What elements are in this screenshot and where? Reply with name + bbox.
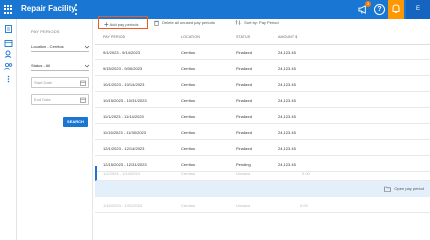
header-pay-period[interactable]: PAY PERIOD [103,35,125,39]
table-row[interactable]: 11/1/2023 - 11/14/2023 Cerritos Finalize… [95,109,430,124]
help-icon[interactable]: ? [374,4,385,15]
document-icon[interactable] [4,25,13,33]
app-grid-icon[interactable] [4,5,13,14]
cell-amount: 24,123.45 [278,50,296,55]
table-row[interactable]: 12/1/2023 - 12/14/2023 Cerritos Finalize… [95,141,430,156]
cell-amount: 0.00 [302,171,310,176]
sort-button[interactable]: Sort by: Pay Period [235,16,279,29]
table-header: PAY PERIOD LOCATION STATUS AMOUNT $ [95,30,430,45]
cell-pay-period: 9/15/2023 - 9/30/2023 [103,66,143,71]
people-icon[interactable] [4,62,13,70]
cell-amount: 24,123.45 [278,66,296,71]
cell-location: Cerritos [181,203,196,208]
calendar-icon[interactable] [80,97,86,103]
cell-pay-period: 10/1/2023 - 10/14/2023 [103,82,145,87]
more-options-icon[interactable] [75,4,78,15]
cell-pay-period: 12/1/2023 - 12/14/2023 [103,146,145,151]
header-status[interactable]: STATUS [236,35,250,39]
cell-status: Finalized [236,50,253,55]
add-pay-periods-button[interactable]: + Add pay periods [98,16,148,29]
app-title: Repair Facility [21,4,76,13]
table-row[interactable]: 10/15/2023 - 10/31/2023 Cerritos Finaliz… [95,93,430,108]
left-navigation-rail [0,19,17,240]
cell-amount: 24,123.45 [278,82,296,87]
delete-unused-button[interactable]: Delete all unused pay periods [154,16,215,29]
cell-location: Cerritos [181,146,196,151]
cell-status: Finalized [236,66,253,71]
trash-icon [154,20,159,26]
plus-icon: + [104,20,109,29]
sort-icon [235,20,241,26]
cell-status: Unused [236,203,250,208]
cell-status: Finalized [236,130,253,135]
search-button[interactable]: SEARCH [63,117,88,127]
row-action-bar: Open pay period [95,181,430,197]
sort-label: Sort by: Pay Period [244,20,279,25]
cell-amount: 24,123.45 [278,146,296,151]
cell-pay-period: 1/1/2024 - 1/14/2024 [103,171,140,176]
calendar-icon[interactable] [80,80,86,86]
list-icon[interactable] [4,75,13,83]
table-row[interactable]: 9/15/2023 - 9/30/2023 Cerritos Finalized… [95,61,430,76]
cell-location: Cerritos [181,114,196,119]
cell-status: Finalized [236,114,253,119]
cell-amount: 0.00 [300,203,308,208]
chevron-down-icon [85,64,89,68]
location-select-value: Location - Cerritos [31,44,64,49]
cell-status: Finalized [236,146,253,151]
calendar-icon[interactable] [4,39,13,47]
cell-location: Cerritos [181,50,196,55]
cell-amount: 24,123.45 [278,130,296,135]
chevron-down-icon [85,45,89,49]
table-row[interactable]: 9/1/2023 - 9/14/2023 Cerritos Finalized … [95,45,430,60]
folder-open-icon [384,186,392,192]
table-row-selected[interactable]: 1/1/2024 - 1/14/2024 Cerritos Unused 0.0… [95,166,430,181]
end-date-field[interactable]: End Date [31,94,89,105]
table-row[interactable]: 10/1/2023 - 10/14/2023 Cerritos Finalize… [95,77,430,92]
open-pay-period-button[interactable]: Open pay period [384,185,424,193]
cell-pay-period: 1/15/2024 - 1/31/2024 [103,203,143,208]
table-toolbar: + Add pay periods Delete all unused pay … [95,16,430,29]
table-row[interactable]: 11/15/2023 - 11/30/2023 Cerritos Finaliz… [95,125,430,140]
cell-status: Finalized [236,82,253,87]
cell-location: Cerritos [181,66,196,71]
cell-pay-period: 9/1/2023 - 9/14/2023 [103,50,140,55]
cell-location: Cerritos [181,98,196,103]
start-date-placeholder: Start Date [34,80,53,85]
cell-location: Cerritos [181,130,196,135]
header-amount[interactable]: AMOUNT $ [278,35,297,39]
user-search-icon[interactable] [4,50,13,58]
bell-icon [392,4,400,13]
table-row[interactable]: 1/15/2024 - 1/31/2024 Cerritos Unused 0.… [95,198,430,213]
cell-pay-period: 10/15/2023 - 10/31/2023 [103,98,147,103]
cell-location: Cerritos [181,171,196,176]
open-pay-period-label: Open pay period [394,186,424,191]
header-location[interactable]: LOCATION [181,35,200,39]
start-date-field[interactable]: Start Date [31,77,89,88]
add-pay-periods-label: Add pay periods [109,22,139,27]
cell-status: Unused [236,171,250,176]
panel-title: PAY PERIODS [31,29,60,34]
end-date-placeholder: End Date [34,97,51,102]
notification-badge: 3 [365,1,371,7]
cell-pay-period: 11/1/2023 - 11/14/2023 [103,114,144,119]
cell-amount: 24,123.45 [278,98,296,103]
delete-unused-label: Delete all unused pay periods [162,20,215,25]
filter-panel: PAY PERIODS [17,19,93,240]
cell-status: Finalized [236,98,253,103]
cell-amount: 24,123.45 [278,114,296,119]
status-select[interactable]: Status - All [31,61,89,71]
location-select[interactable]: Location - Cerritos [31,42,89,52]
cell-location: Cerritos [181,82,196,87]
status-select-value: Status - All [31,63,51,68]
cell-pay-period: 11/15/2023 - 11/30/2023 [103,130,146,135]
